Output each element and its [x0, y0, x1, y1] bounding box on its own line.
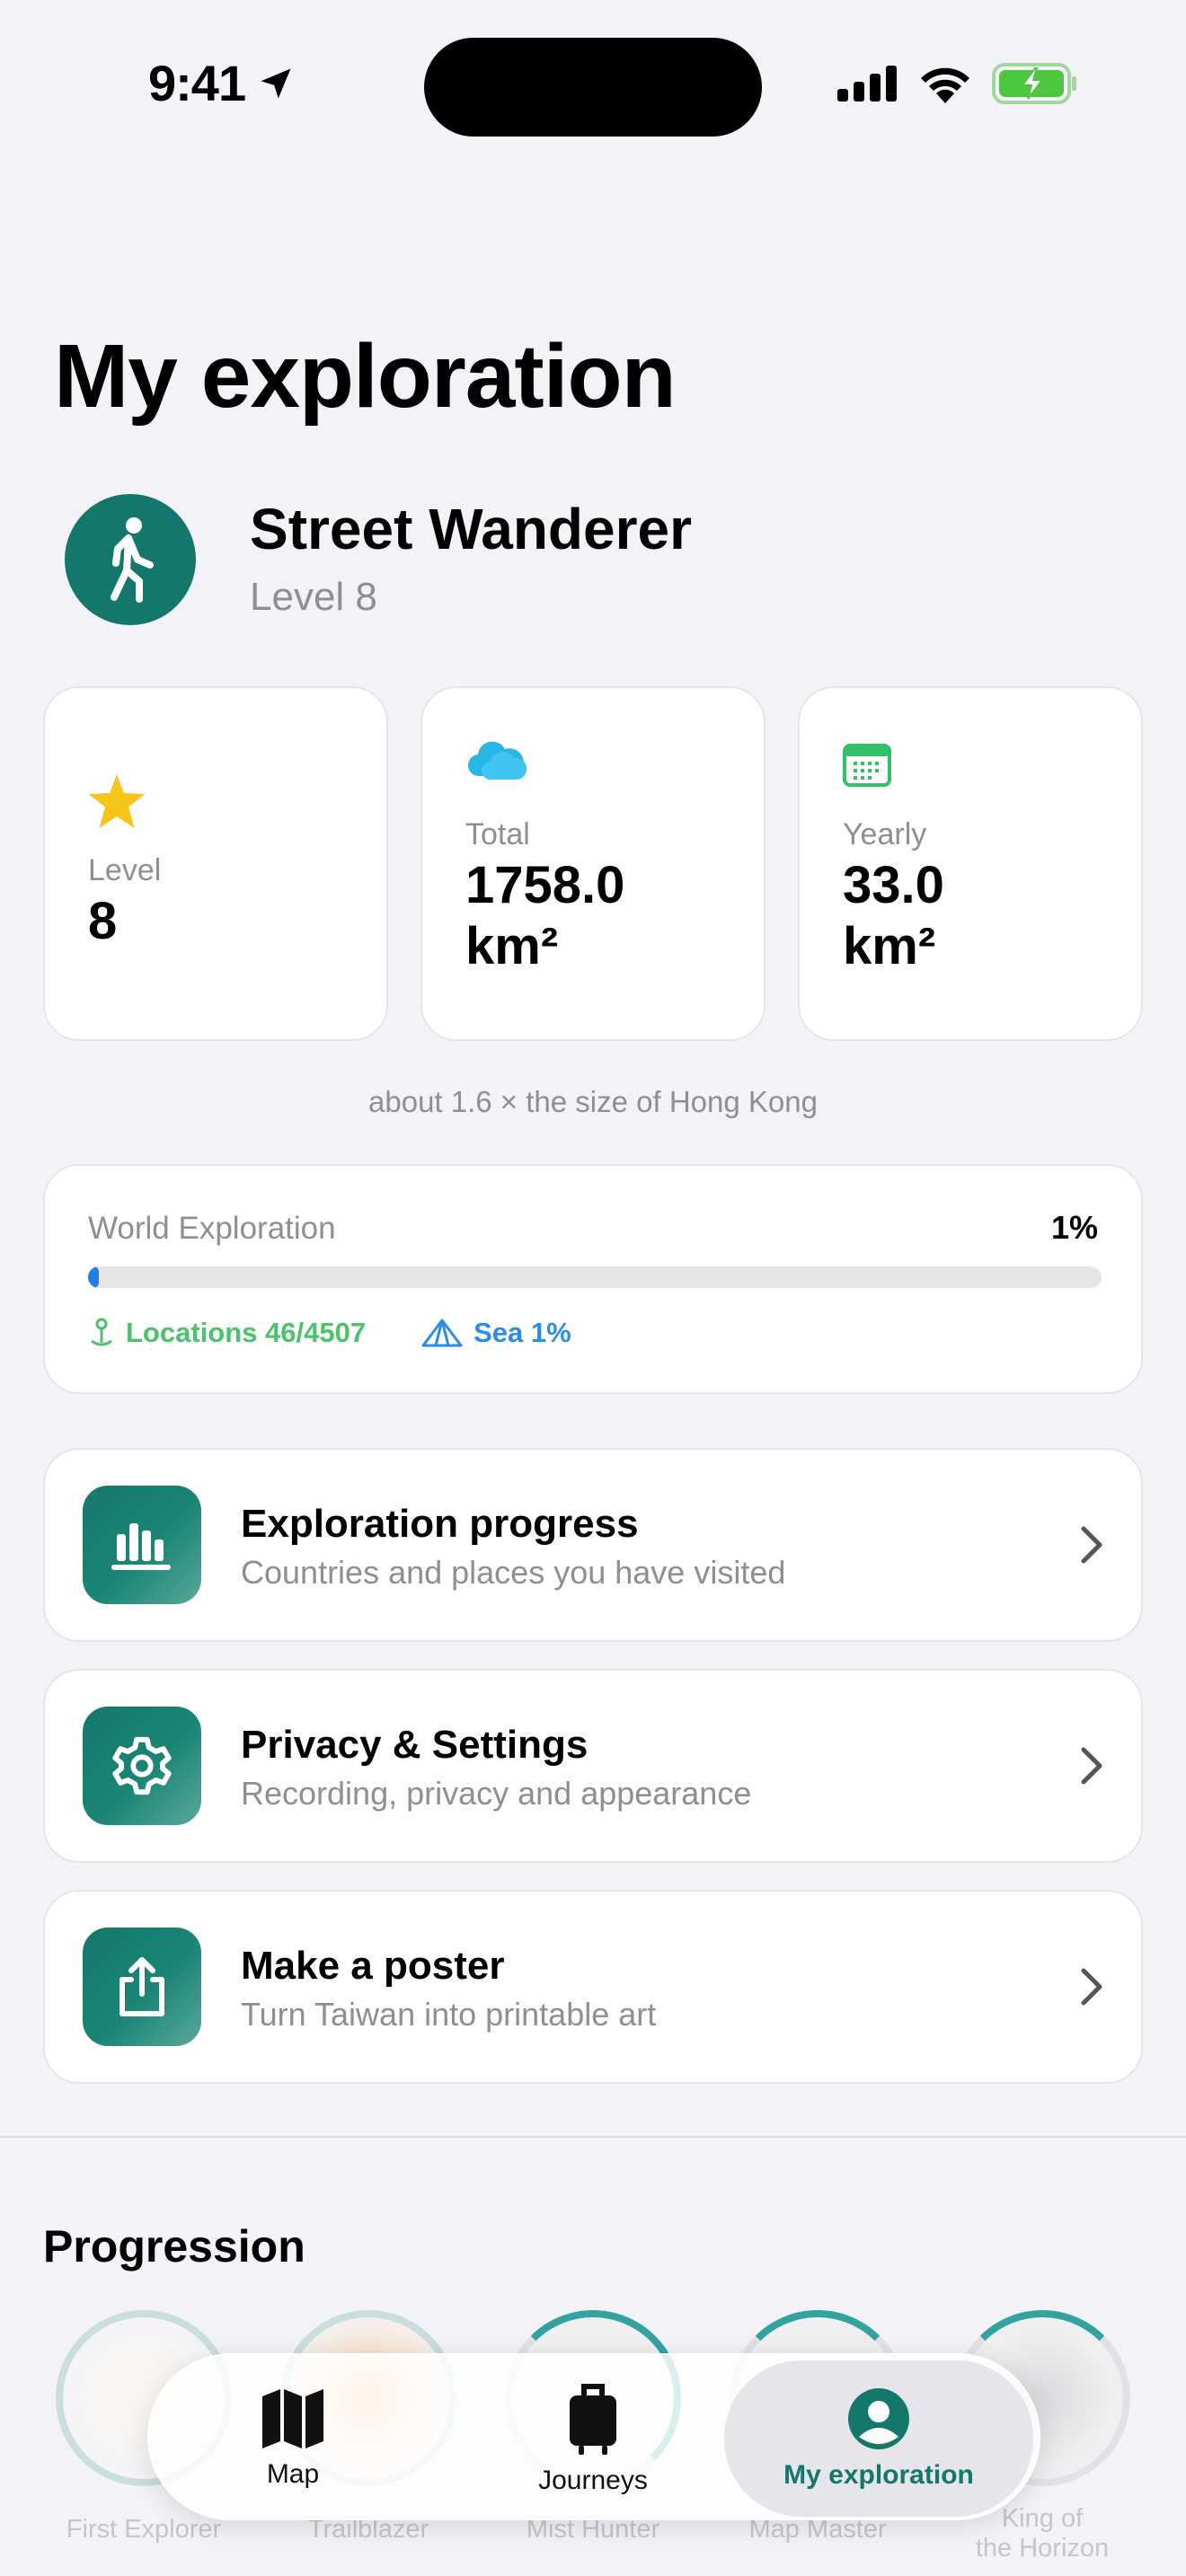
suitcase-icon — [570, 2384, 616, 2455]
pin-icon — [91, 1318, 112, 1346]
signal-icon — [837, 66, 897, 101]
world-progress-bar — [88, 1266, 1102, 1288]
battery-charging-icon — [992, 63, 1076, 104]
menu-subtitle: Countries and places you have visited — [241, 1554, 786, 1591]
status-time: 9:41 — [148, 54, 296, 112]
menu-icon-container — [83, 1707, 201, 1825]
share-icon — [119, 1957, 164, 2016]
profile-name: Street Wanderer — [250, 497, 692, 561]
menu-title: Exploration progress — [241, 1502, 639, 1546]
gear-icon — [112, 1736, 172, 1795]
avatar — [65, 494, 196, 625]
tab-journeys[interactable]: Journeys — [494, 2355, 692, 2522]
wave-icon — [421, 1319, 463, 1347]
dynamic-island — [424, 38, 762, 137]
stat-value-unit: km² — [843, 917, 936, 975]
tab-my-exploration[interactable]: My exploration — [724, 2360, 1033, 2517]
walking-person-icon — [111, 517, 154, 603]
total-area-stat-card: Total 1758.0 km² — [420, 686, 766, 1041]
menu-subtitle: Turn Taiwan into printable art — [241, 1996, 657, 2033]
menu-icon-container — [83, 1486, 201, 1604]
tab-map[interactable]: Map — [185, 2355, 401, 2522]
stat-label: Level — [88, 853, 162, 887]
level-stat-card: Level 8 — [43, 686, 388, 1041]
profile-level: Level 8 — [250, 575, 377, 619]
exploration-progress-row[interactable]: Exploration progress Countries and place… — [43, 1448, 1143, 1642]
tab-label: My exploration — [783, 2460, 974, 2490]
chevron-right-icon — [1081, 1747, 1102, 1785]
tab-bar: Map Journeys My exploration — [147, 2353, 1040, 2520]
world-exploration-card[interactable]: World Exploration 1% Locations 46/4507 S… — [43, 1164, 1143, 1394]
stat-label: Yearly — [843, 817, 927, 851]
sea-stat: Sea 1% — [421, 1317, 571, 1349]
world-exploration-percent: 1% — [1050, 1209, 1098, 1246]
section-divider — [0, 2136, 1186, 2138]
world-stats-row: Locations 46/4507 Sea 1% — [88, 1317, 571, 1349]
stat-value-unit: km² — [465, 917, 559, 975]
star-icon — [88, 774, 146, 828]
page-title: My exploration — [54, 326, 677, 427]
yearly-area-stat-card: Yearly 33.0 km² — [798, 686, 1143, 1041]
menu-subtitle: Recording, privacy and appearance — [241, 1775, 752, 1812]
progression-title: Progression — [43, 2221, 305, 2272]
stat-value-number: 33.0 — [843, 856, 944, 914]
make-poster-row[interactable]: Make a poster Turn Taiwan into printable… — [43, 1890, 1143, 2084]
status-icons — [837, 63, 1078, 104]
locations-stat: Locations 46/4507 — [88, 1317, 366, 1349]
person-circle-icon — [848, 2388, 909, 2449]
map-icon — [262, 2389, 323, 2448]
chevron-right-icon — [1081, 1968, 1102, 2006]
world-exploration-title: World Exploration — [88, 1211, 336, 1246]
locations-label: Locations 46/4507 — [126, 1317, 367, 1348]
privacy-settings-row[interactable]: Privacy & Settings Recording, privacy an… — [43, 1669, 1143, 1863]
tab-label: Map — [266, 2459, 320, 2489]
wifi-icon — [921, 67, 969, 103]
stat-value: 8 — [88, 892, 118, 950]
menu-icon-container — [83, 1928, 201, 2046]
clock-label: 9:41 — [148, 55, 246, 111]
tab-label: Journeys — [538, 2466, 648, 2495]
status-bar: 9:41 — [0, 0, 1186, 171]
bar-chart-icon — [111, 1523, 171, 1570]
badge-label-line: the Horizon — [975, 2534, 1110, 2563]
chevron-right-icon — [1081, 1526, 1102, 1564]
location-arrow-icon — [261, 68, 291, 98]
stat-label: Total — [465, 817, 530, 851]
cloud-icon — [467, 741, 527, 780]
menu-title: Privacy & Settings — [241, 1723, 589, 1767]
stat-value-number: 1758.0 — [465, 856, 625, 914]
menu-title: Make a poster — [241, 1944, 505, 1988]
world-progress-fill — [88, 1266, 100, 1288]
area-comparison-text: about 1.6 × the size of Hong Kong — [368, 1085, 818, 1118]
calendar-icon — [843, 744, 891, 787]
sea-label: Sea 1% — [474, 1317, 571, 1348]
